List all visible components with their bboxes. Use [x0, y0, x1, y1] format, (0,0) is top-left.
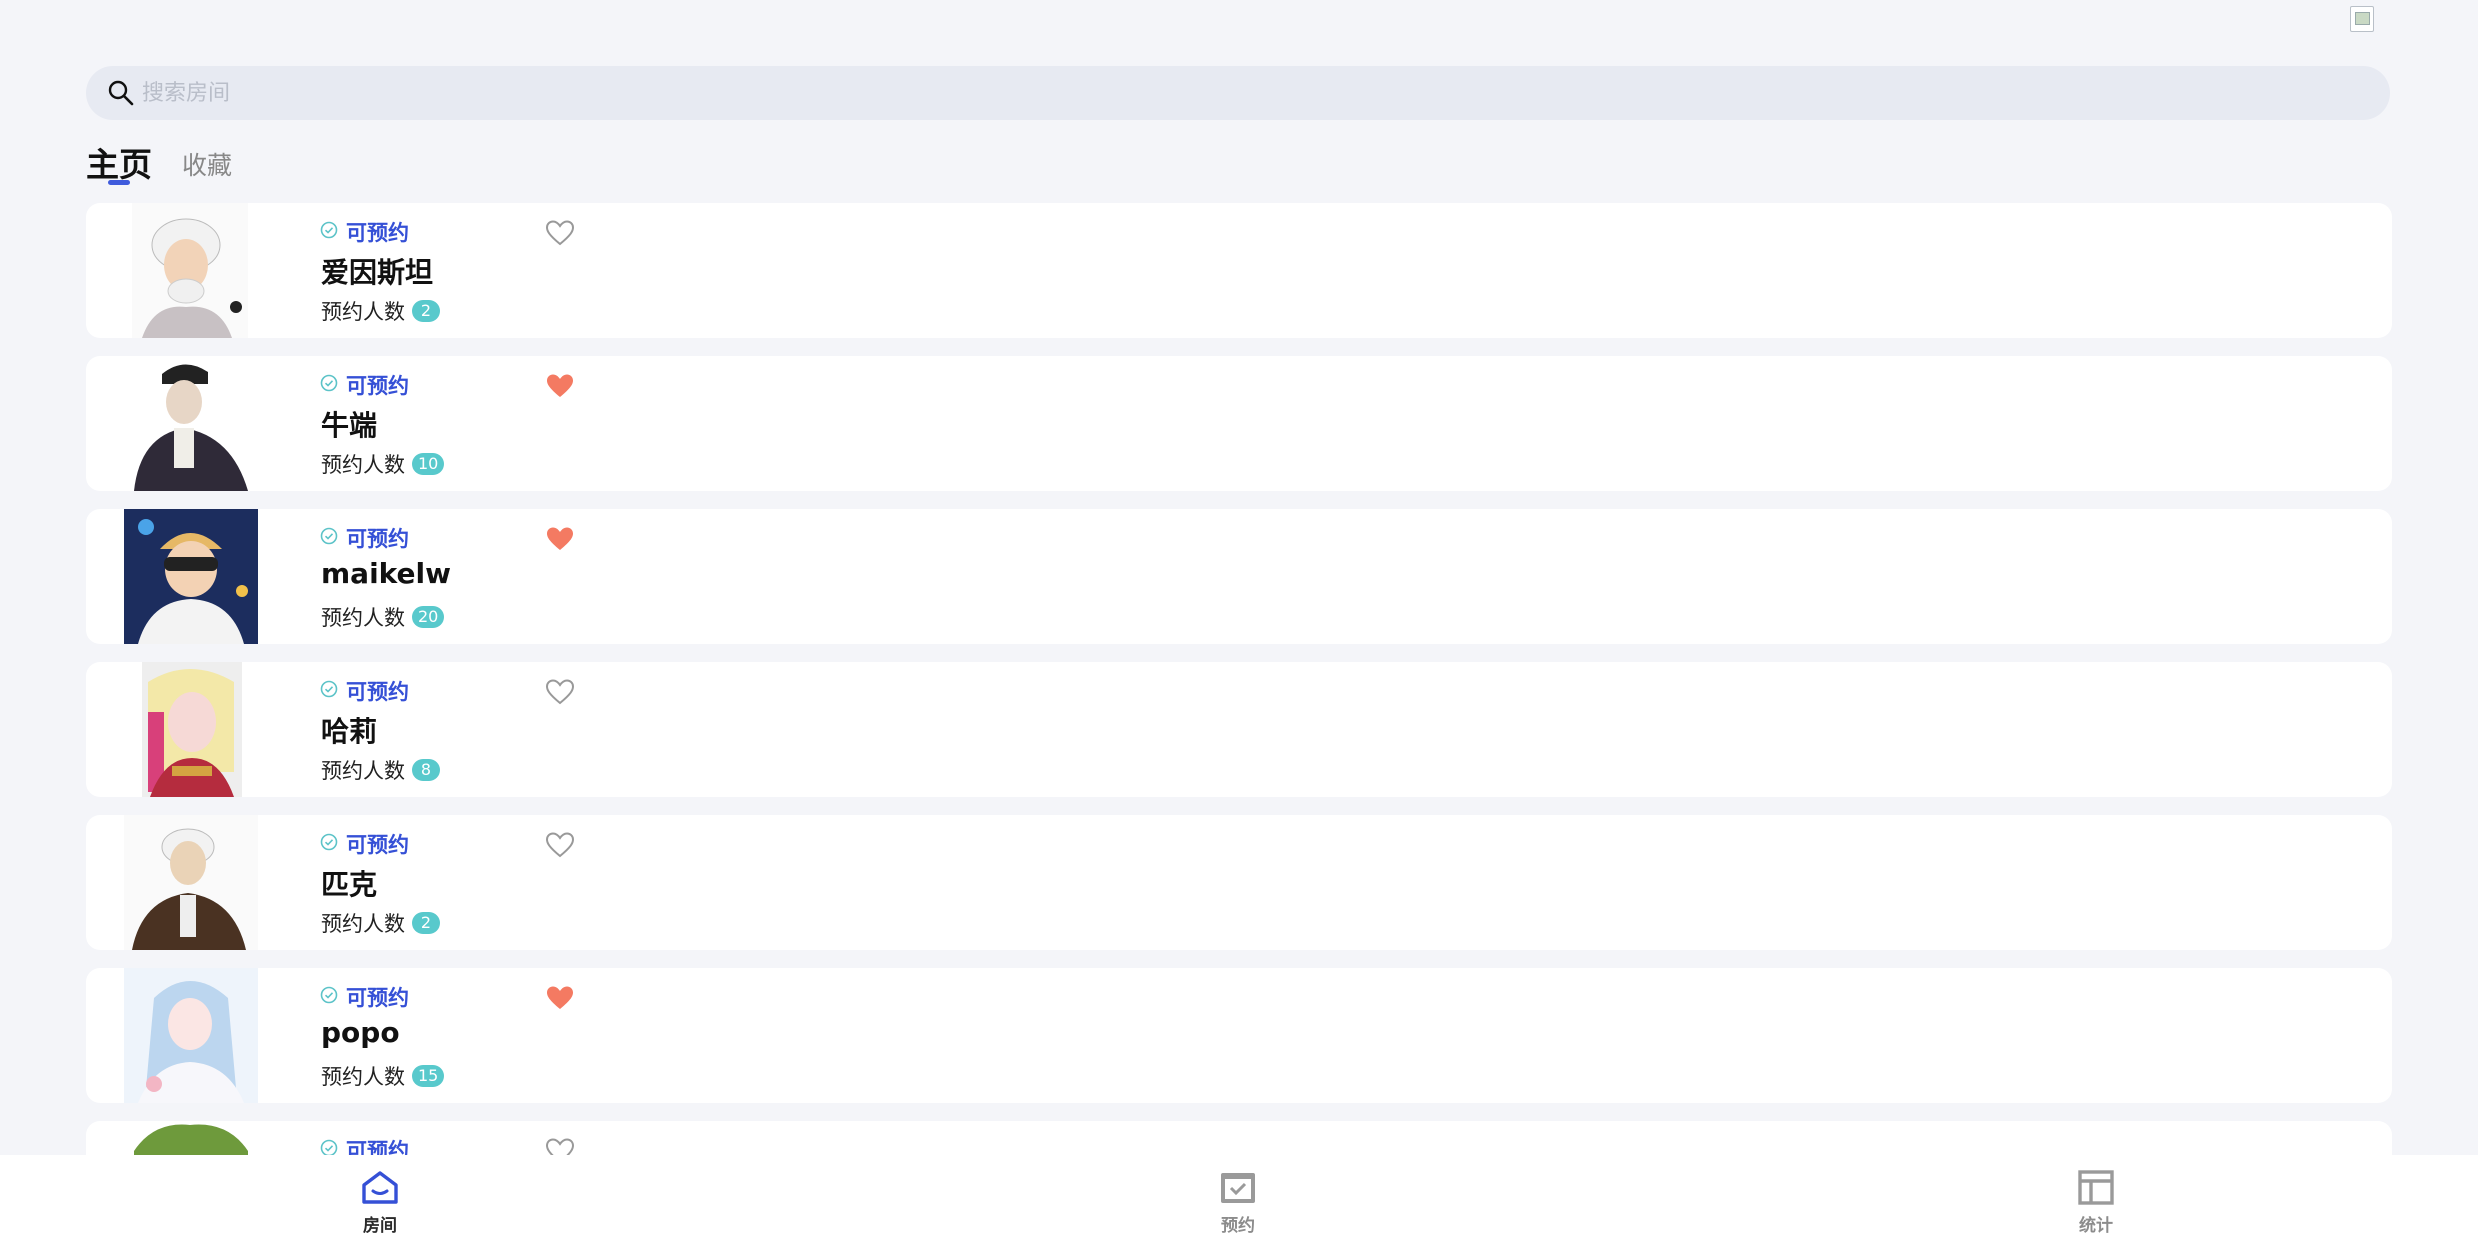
booking-count-label: 预约人数 — [321, 1065, 405, 1089]
nav-statistics[interactable]: 统计 — [2036, 1169, 2156, 1236]
status-label: 可预约 — [346, 221, 409, 245]
room-card[interactable]: 可预约 牛端 预约人数 10 — [86, 356, 2392, 491]
room-name: popo — [321, 1016, 400, 1049]
nav-rooms[interactable]: 房间 — [320, 1169, 440, 1236]
broken-image-icon[interactable] — [2350, 6, 2374, 32]
nav-bookings-label: 预约 — [1221, 1216, 1255, 1236]
availability-status: 可预约 — [320, 1135, 409, 1155]
room-avatar — [124, 815, 258, 950]
room-avatar — [124, 509, 258, 644]
heart-filled-icon[interactable] — [545, 525, 575, 553]
nav-rooms-label: 房间 — [363, 1216, 397, 1236]
booking-count-label: 预约人数 — [321, 606, 405, 630]
room-card[interactable]: 可预约 哈莉 预约人数 8 — [86, 662, 2392, 797]
count-badge: 8 — [412, 759, 440, 781]
heart-outline-icon[interactable] — [545, 831, 575, 859]
search-icon — [94, 66, 148, 120]
room-avatar — [124, 356, 258, 491]
booking-count: 预约人数 10 — [321, 449, 445, 479]
availability-status: 可预约 — [320, 217, 409, 247]
booking-count-label: 预约人数 — [321, 300, 405, 324]
calendar-check-icon — [1218, 1173, 1258, 1209]
room-card[interactable]: 可预约 maikelw 预约人数 20 — [86, 509, 2392, 644]
room-card[interactable]: 可预约 匹克 预约人数 2 — [86, 815, 2392, 950]
count-badge: 2 — [412, 300, 440, 322]
count-badge: 20 — [412, 606, 445, 628]
heart-outline-icon[interactable] — [545, 219, 575, 247]
booking-count: 预约人数 20 — [321, 602, 445, 632]
room-name: 哈莉 — [321, 715, 378, 748]
check-circle-icon — [320, 832, 338, 856]
room-list: 可预约 爱因斯坦 预约人数 2 可预约 牛端 预约人数 10 可预约 maike… — [86, 203, 2392, 1155]
room-name: 匹克 — [321, 868, 378, 901]
check-circle-icon — [320, 985, 338, 1009]
booking-count-label: 预约人数 — [321, 759, 405, 783]
search-input[interactable] — [142, 73, 2342, 113]
bottom-tab-bar: 房间 预约 统计 — [0, 1155, 2478, 1242]
check-circle-icon — [320, 220, 338, 244]
room-avatar — [124, 662, 258, 797]
room-avatar — [124, 203, 258, 338]
status-label: 可预约 — [346, 680, 409, 704]
check-circle-icon — [320, 1138, 338, 1155]
layout-icon — [2076, 1170, 2116, 1209]
booking-count: 预约人数 2 — [321, 908, 440, 938]
availability-status: 可预约 — [320, 829, 409, 859]
heart-filled-icon[interactable] — [545, 984, 575, 1012]
check-circle-icon — [320, 679, 338, 703]
nav-statistics-label: 统计 — [2079, 1216, 2113, 1236]
room-name: maikelw — [321, 557, 451, 590]
status-label: 可预约 — [346, 986, 409, 1010]
nav-bookings[interactable]: 预约 — [1178, 1169, 1298, 1236]
status-label: 可预约 — [346, 833, 409, 857]
room-name: 爱因斯坦 — [321, 256, 434, 289]
availability-status: 可预约 — [320, 676, 409, 706]
status-label: 可预约 — [346, 527, 409, 551]
booking-count-label: 预约人数 — [321, 912, 405, 936]
tabs: 主页 收藏 — [86, 136, 262, 192]
status-label: 可预约 — [346, 374, 409, 398]
availability-status: 可预约 — [320, 523, 409, 553]
room-card[interactable]: 可预约 爱因斯坦 预约人数 2 — [86, 203, 2392, 338]
room-card[interactable]: 可预约 — [86, 1121, 2392, 1155]
check-circle-icon — [320, 526, 338, 550]
booking-count-label: 预约人数 — [321, 453, 405, 477]
tab-home[interactable]: 主页 — [86, 136, 152, 186]
availability-status: 可预约 — [320, 982, 409, 1012]
booking-count: 预约人数 8 — [321, 755, 440, 785]
room-avatar — [124, 968, 258, 1103]
tab-favorites[interactable]: 收藏 — [182, 136, 232, 182]
booking-count: 预约人数 15 — [321, 1061, 445, 1091]
heart-outline-icon[interactable] — [545, 678, 575, 706]
booking-count: 预约人数 2 — [321, 296, 440, 326]
status-label: 可预约 — [346, 1139, 409, 1155]
search-bar[interactable] — [86, 66, 2390, 120]
room-avatar — [124, 1121, 258, 1155]
home-icon — [360, 1171, 400, 1209]
availability-status: 可预约 — [320, 370, 409, 400]
count-badge: 2 — [412, 912, 440, 934]
room-card[interactable]: 可预约 popo 预约人数 15 — [86, 968, 2392, 1103]
room-name: 牛端 — [321, 409, 378, 442]
top-bar — [0, 0, 2478, 60]
check-circle-icon — [320, 373, 338, 397]
heart-filled-icon[interactable] — [545, 372, 575, 400]
heart-outline-icon[interactable] — [545, 1137, 575, 1155]
count-badge: 15 — [412, 1065, 445, 1087]
count-badge: 10 — [412, 453, 445, 475]
